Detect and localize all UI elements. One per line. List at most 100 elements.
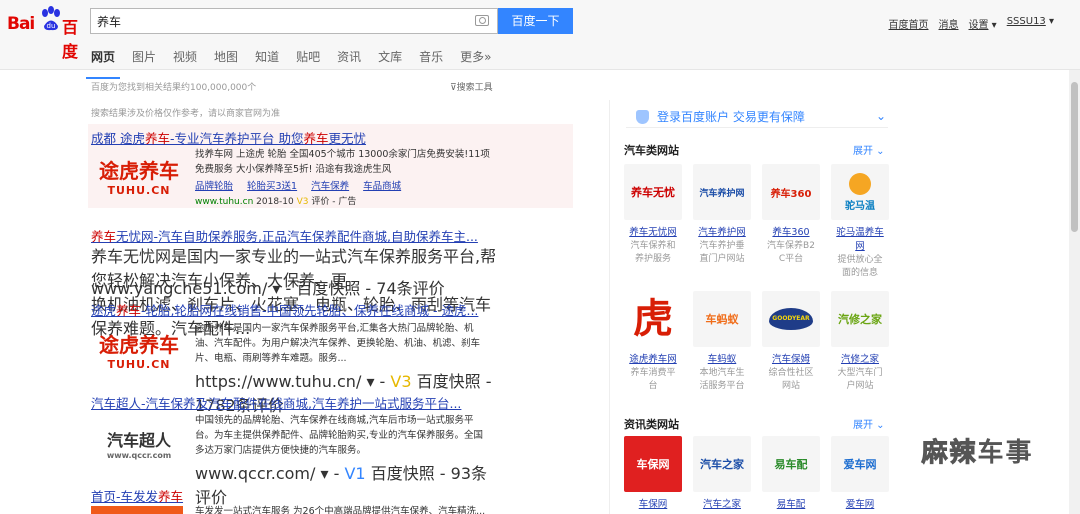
site-logo: 养车无忧 <box>624 164 682 220</box>
site-card[interactable]: GOODYEAR 汽车保姆 综合性社区 网站 <box>762 291 820 393</box>
tab-tieba[interactable]: 贴吧 <box>296 48 320 70</box>
desc-line: 免费服务 大小保养降至5折! 沿途有我途虎生风 <box>195 164 392 175</box>
thumb-main-text: 汽车超人 <box>106 430 171 450</box>
title-highlight: 养车 <box>91 229 117 244</box>
site-desc-line: 台 <box>648 381 658 391</box>
site-card[interactable]: 驼马温 驼马温养车网 提供放心全 面的信息 <box>831 164 889 280</box>
sublink-maintenance[interactable]: 汽车保养 <box>311 178 349 192</box>
site-desc-line: 大型汽车门 <box>837 368 883 378</box>
result-title-link[interactable]: 汽车超人-汽车保养及汽车配件在线商城,汽车养护一站式服务平台... <box>91 396 461 411</box>
title-pre: 成都 途虎 <box>91 131 145 146</box>
desc-line: 找养车网 上途虎 轮胎 全国405个城市 13000余家门店免费安装!11项 <box>195 149 490 160</box>
site-card[interactable]: 汽修之家 汽修之家 大型汽车门 户网站 <box>831 291 889 393</box>
site-desc: 汽车保养B2 C平台 <box>762 240 820 266</box>
site-card[interactable]: 汽车养护网 汽车养护网 汽车养护垂 直门户网站 <box>693 164 751 266</box>
tab-video[interactable]: 视频 <box>173 48 197 70</box>
site-logo: 汽车之家 <box>693 436 751 492</box>
result-title-link[interactable]: 成都 途虎养车-专业汽车养护平台 助您养车更无忧 <box>91 131 366 146</box>
expand-button[interactable]: 展开 ⌄ <box>853 416 885 431</box>
thumb-sub-text: TUHU.CN <box>107 358 171 371</box>
result-thumbnail-tuhu[interactable]: 途虎养车 TUHU.CN <box>91 148 187 204</box>
verified-badge[interactable]: V1 <box>344 464 365 483</box>
result-description: 找养车网 上途虎 轮胎 全国405个城市 13000余家门店免费安装!11项 免… <box>195 147 495 177</box>
site-desc-line: 养护服务 <box>634 254 671 264</box>
site-card[interactable]: 易车配 易车配 <box>762 436 820 510</box>
tab-map[interactable]: 地图 <box>214 48 238 70</box>
site-card[interactable]: 养车360 养车360 汽车保养B2 C平台 <box>762 164 820 266</box>
site-card[interactable]: 车保网 车保网 <box>624 436 682 510</box>
site-card[interactable]: 车蚂蚁 车蚂蚁 本地汽车生 活服务平台 <box>693 291 751 393</box>
site-desc-line: 汽车养护垂 <box>699 241 745 251</box>
result-url[interactable]: www.tuhu.cn <box>195 197 253 207</box>
svg-text:du: du <box>47 22 56 30</box>
sublink-mall[interactable]: 车品商城 <box>363 178 401 192</box>
right-panel: 登录百度账户 交易更有保障 ⌄ 汽车类网站 展开 ⌄ 养车无忧 养车无忧网 汽车… <box>609 100 899 514</box>
result-extra[interactable]: 百度快照 - 74条评价 <box>296 279 444 298</box>
site-logo-text: 车蚂蚁 <box>705 313 739 326</box>
topnav-settings-dropdown[interactable]: 设置 ▾ <box>969 16 997 31</box>
site-name: 车蚂蚁 <box>707 354 737 365</box>
result-url[interactable]: www.yangche51.com/ <box>91 279 267 298</box>
sublink-tire-promo[interactable]: 轮胎买3送1 <box>247 178 297 192</box>
result-thumbnail[interactable] <box>91 506 183 514</box>
chevron-down-icon: ⌄ <box>875 109 886 123</box>
search-button[interactable]: 百度一下 <box>498 8 573 34</box>
result-url[interactable]: https://www.tuhu.cn/ <box>195 372 361 391</box>
tab-music[interactable]: 音乐 <box>419 48 443 70</box>
site-logo: GOODYEAR <box>762 291 820 347</box>
site-logo-text: 养车无忧 <box>631 186 675 199</box>
tab-news[interactable]: 资讯 <box>337 48 361 70</box>
scrollbar-thumb[interactable] <box>1071 82 1078 232</box>
result-title-row: 汽车超人-汽车保养及汽车配件在线商城,汽车养护一站式服务平台... <box>91 393 521 412</box>
search-tools-button[interactable]: ⊽搜索工具 <box>450 80 493 93</box>
camera-icon[interactable] <box>475 15 489 26</box>
caret-icon[interactable]: ▾ - <box>272 279 291 298</box>
caret-icon[interactable]: ▾ - <box>366 372 385 391</box>
site-logo-text: 虎 <box>633 296 673 342</box>
topnav-user-dropdown[interactable]: SSSU13 ▾ <box>1007 16 1054 31</box>
result-url[interactable]: www.qccr.com/ <box>195 464 315 483</box>
sublink-tires[interactable]: 品牌轮胎 <box>195 178 233 192</box>
logo-circle-icon <box>849 172 871 195</box>
topnav-home-link[interactable]: 百度首页 <box>889 16 929 31</box>
tab-zhidao[interactable]: 知道 <box>255 48 279 70</box>
site-name: 汽车保姆 <box>771 354 810 365</box>
logo-bai-text: Bai <box>7 14 35 34</box>
title-highlight: 养车 <box>116 303 142 318</box>
result-thumbnail-tuhu[interactable]: 途虎养车 TUHU.CN <box>91 322 187 378</box>
site-name: 易车配 <box>776 499 806 510</box>
tab-wenku[interactable]: 文库 <box>378 48 402 70</box>
site-desc: 综合性社区 网站 <box>762 367 820 393</box>
verified-badge[interactable]: V3 <box>297 197 309 207</box>
topnav-messages-link[interactable]: 消息 <box>939 16 959 31</box>
search-input[interactable] <box>91 9 461 33</box>
tab-more[interactable]: 更多» <box>460 48 491 70</box>
site-card[interactable]: 养车无忧 养车无忧网 汽车保养和 养护服务 <box>624 164 682 266</box>
header-bar: Bai du 百度 百度一下 百度首页 消息 设置 ▾ SSSU13 ▾ 网页 … <box>0 0 1080 79</box>
title-highlight: 养车 <box>303 131 329 146</box>
site-desc-line: 养车消费平 <box>630 368 676 378</box>
site-card[interactable]: 汽车之家 汽车之家 <box>693 436 751 510</box>
site-logo: 汽车养护网 <box>693 164 751 220</box>
scrollbar[interactable] <box>1069 70 1080 514</box>
baidu-logo[interactable]: Bai du 百度 <box>7 4 87 61</box>
result-title-link[interactable]: 首页-车发发养车 <box>91 489 183 504</box>
thumb-main-text: 途虎养车 <box>99 333 179 357</box>
tab-images[interactable]: 图片 <box>132 48 156 70</box>
login-banner[interactable]: 登录百度账户 交易更有保障 ⌄ <box>626 106 888 128</box>
site-logo-text: GOODYEAR <box>769 308 813 330</box>
site-card[interactable]: 爱车网 爱车网 <box>831 436 889 510</box>
search-box <box>90 8 498 34</box>
site-card[interactable]: 虎 途虎养车网 养车消费平台 <box>624 291 682 393</box>
result-thumbnail-qccr[interactable]: 汽车超人 www.qccr.com <box>91 415 187 471</box>
result-title-link[interactable]: 养车无忧网-汽车自助保养服务,正品汽车保养配件商城,自助保养车主... <box>91 229 478 244</box>
paw-icon: du <box>42 6 60 31</box>
desc-line: 台。为车主提供保养配件、品牌轮胎购买,专业的汽车保养服务。全国 <box>195 430 484 441</box>
title-mid: -专业汽车养护平台 助您 <box>170 131 304 146</box>
result-title-link[interactable]: 途虎养车-轮胎,轮胎网在线销售-中国领先轮胎、保养在线商城 - 途虎... <box>91 303 478 318</box>
caret-icon[interactable]: ▾ - <box>320 464 339 483</box>
verified-badge[interactable]: V3 <box>390 372 411 391</box>
tab-web[interactable]: 网页 <box>85 48 121 79</box>
site-logo: 车蚂蚁 <box>693 291 751 347</box>
expand-button[interactable]: 展开 ⌄ <box>853 142 885 157</box>
